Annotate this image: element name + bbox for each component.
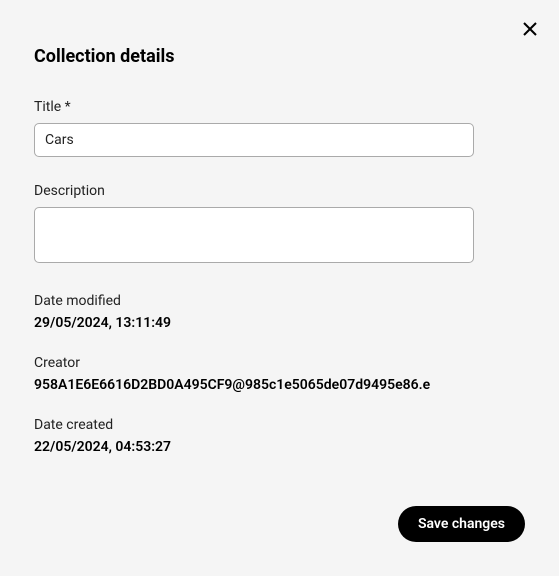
date-modified-label: Date modified <box>34 293 525 309</box>
creator-group: Creator 958A1E6E6616D2BD0A495CF9@985c1e5… <box>34 355 525 393</box>
title-input[interactable] <box>34 123 474 157</box>
date-modified-group: Date modified 29/05/2024, 13:11:49 <box>34 293 525 331</box>
title-field-group: Title * <box>34 99 525 157</box>
dialog-footer: Save changes <box>398 506 525 542</box>
description-field-group: Description <box>34 183 525 267</box>
date-modified-value: 29/05/2024, 13:11:49 <box>34 315 525 331</box>
close-icon <box>522 21 538 37</box>
dialog-heading: Collection details <box>34 46 525 67</box>
save-button[interactable]: Save changes <box>398 506 525 542</box>
description-label: Description <box>34 183 525 199</box>
description-input[interactable] <box>34 207 474 263</box>
date-created-group: Date created 22/05/2024, 04:53:27 <box>34 417 525 455</box>
date-created-value: 22/05/2024, 04:53:27 <box>34 439 525 455</box>
creator-label: Creator <box>34 355 525 371</box>
title-label: Title * <box>34 99 525 115</box>
close-button[interactable] <box>519 18 541 40</box>
creator-value: 958A1E6E6616D2BD0A495CF9@985c1e5065de07d… <box>34 377 525 393</box>
date-created-label: Date created <box>34 417 525 433</box>
